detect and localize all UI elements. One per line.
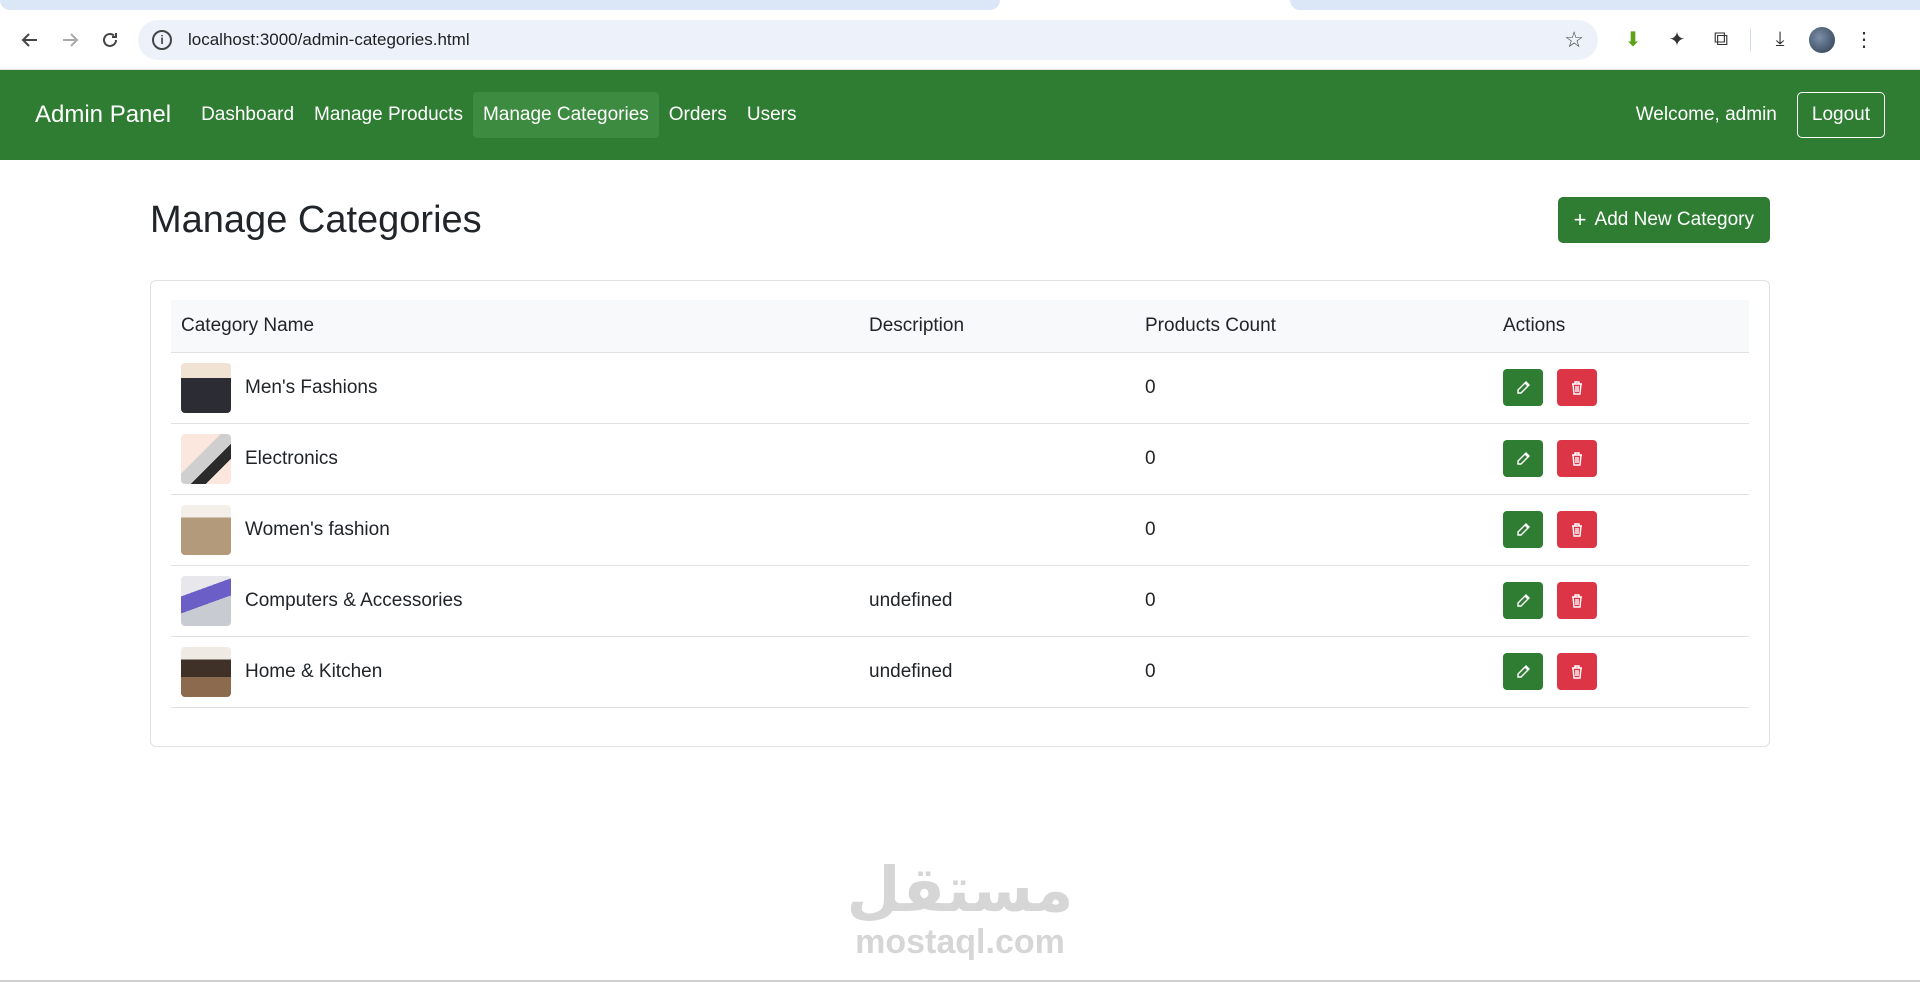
category-description <box>859 352 1135 424</box>
category-thumbnail <box>181 433 231 484</box>
pencil-icon <box>1517 380 1530 394</box>
browser-tab[interactable] <box>0 0 1000 10</box>
forward-icon[interactable] <box>50 20 90 60</box>
header-products-count: Products Count <box>1135 300 1493 353</box>
category-products-count: 0 <box>1135 352 1493 424</box>
edit-button[interactable] <box>1503 582 1543 619</box>
category-thumbnail <box>181 646 231 697</box>
mostaql-watermark: مستقل mostaql.com <box>843 853 1077 961</box>
category-name: Electronics <box>245 447 338 469</box>
table-row: Computers & Accessories undefined 0 <box>171 565 1749 637</box>
table-row: Women's fashion 0 <box>171 494 1749 566</box>
category-description <box>859 423 1135 495</box>
bookmark-star-icon[interactable]: ☆ <box>1564 27 1584 53</box>
category-name: Home & Kitchen <box>245 660 383 682</box>
category-description <box>859 494 1135 566</box>
category-thumbnail <box>181 504 231 555</box>
delete-button[interactable] <box>1557 582 1597 619</box>
category-products-count: 0 <box>1135 636 1493 708</box>
edit-button[interactable] <box>1503 653 1543 690</box>
back-icon[interactable] <box>10 20 50 60</box>
trash-icon <box>1572 380 1582 395</box>
main-content: Manage Categories + Add New Category Cat… <box>150 160 1770 747</box>
header-description: Description <box>859 300 1135 353</box>
categories-table: Category Name Description Products Count… <box>171 300 1749 708</box>
extensions-puzzle-icon[interactable]: ⧉ <box>1706 25 1736 55</box>
delete-button[interactable] <box>1557 440 1597 477</box>
trash-icon <box>1572 451 1582 466</box>
watermark-latin: mostaql.com <box>855 923 1065 961</box>
admin-navbar: Admin Panel Dashboard Manage Products Ma… <box>0 70 1920 160</box>
add-category-button[interactable]: + Add New Category <box>1557 197 1770 243</box>
pencil-icon <box>1517 664 1530 678</box>
logout-button[interactable]: Logout <box>1796 92 1885 138</box>
site-info-icon[interactable]: i <box>152 29 172 50</box>
profile-avatar[interactable] <box>1809 26 1835 53</box>
category-name: Men's Fashions <box>245 376 378 398</box>
category-name: Computers & Accessories <box>245 589 463 611</box>
category-thumbnail <box>181 575 231 626</box>
watermark-arabic: مستقل <box>846 853 1074 926</box>
add-category-label: Add New Category <box>1594 209 1754 230</box>
browser-tab-strip <box>0 0 1920 10</box>
delete-button[interactable] <box>1557 511 1597 548</box>
table-row: Men's Fashions 0 <box>171 352 1749 424</box>
welcome-text: Welcome, admin <box>1635 104 1777 125</box>
trash-icon <box>1572 522 1582 537</box>
page-header: Manage Categories + Add New Category <box>150 196 1770 244</box>
table-header-row: Category Name Description Products Count… <box>171 300 1749 353</box>
plus-icon: + <box>1573 207 1587 232</box>
extension-icon[interactable]: ✦ <box>1662 25 1692 55</box>
address-bar[interactable]: i localhost:3000/admin-categories.html ☆ <box>138 19 1598 60</box>
categories-card: Category Name Description Products Count… <box>150 280 1770 747</box>
nav-link-orders[interactable]: Orders <box>659 92 737 138</box>
category-description: undefined <box>859 565 1135 637</box>
downloads-icon[interactable]: ⤓ <box>1765 25 1795 55</box>
trash-icon <box>1572 664 1582 679</box>
browser-tab[interactable] <box>1290 0 1920 10</box>
category-products-count: 0 <box>1135 423 1493 495</box>
edit-button[interactable] <box>1503 369 1543 406</box>
url-text[interactable]: localhost:3000/admin-categories.html <box>188 30 1564 50</box>
edit-button[interactable] <box>1503 511 1543 548</box>
delete-button[interactable] <box>1557 653 1597 690</box>
browser-menu-icon[interactable]: ⋮ <box>1849 25 1879 55</box>
nav-link-manage-products[interactable]: Manage Products <box>304 92 473 138</box>
nav-link-users[interactable]: Users <box>737 92 807 138</box>
nav-link-manage-categories[interactable]: Manage Categories <box>472 92 659 138</box>
download-extension-icon[interactable]: ⬇ <box>1618 25 1648 55</box>
reload-icon[interactable] <box>90 20 130 60</box>
browser-toolbar: i localhost:3000/admin-categories.html ☆… <box>0 10 1920 70</box>
toolbar-separator <box>1750 28 1751 51</box>
header-category-name: Category Name <box>171 300 859 353</box>
delete-button[interactable] <box>1557 369 1597 406</box>
category-name: Women's fashion <box>245 518 390 540</box>
category-products-count: 0 <box>1135 565 1493 637</box>
nav-links: Dashboard Manage Products Manage Categor… <box>191 92 806 138</box>
brand-title[interactable]: Admin Panel <box>35 101 171 129</box>
trash-icon <box>1572 593 1582 608</box>
table-row: Home & Kitchen undefined 0 <box>171 636 1749 708</box>
page-title: Manage Categories <box>150 198 482 241</box>
pencil-icon <box>1517 522 1530 536</box>
header-actions: Actions <box>1493 300 1749 353</box>
category-description: undefined <box>859 636 1135 708</box>
category-products-count: 0 <box>1135 494 1493 566</box>
pencil-icon <box>1517 451 1530 465</box>
pencil-icon <box>1517 593 1530 607</box>
category-thumbnail <box>181 362 231 413</box>
nav-link-dashboard[interactable]: Dashboard <box>191 92 304 138</box>
table-row: Electronics 0 <box>171 423 1749 495</box>
edit-button[interactable] <box>1503 440 1543 477</box>
